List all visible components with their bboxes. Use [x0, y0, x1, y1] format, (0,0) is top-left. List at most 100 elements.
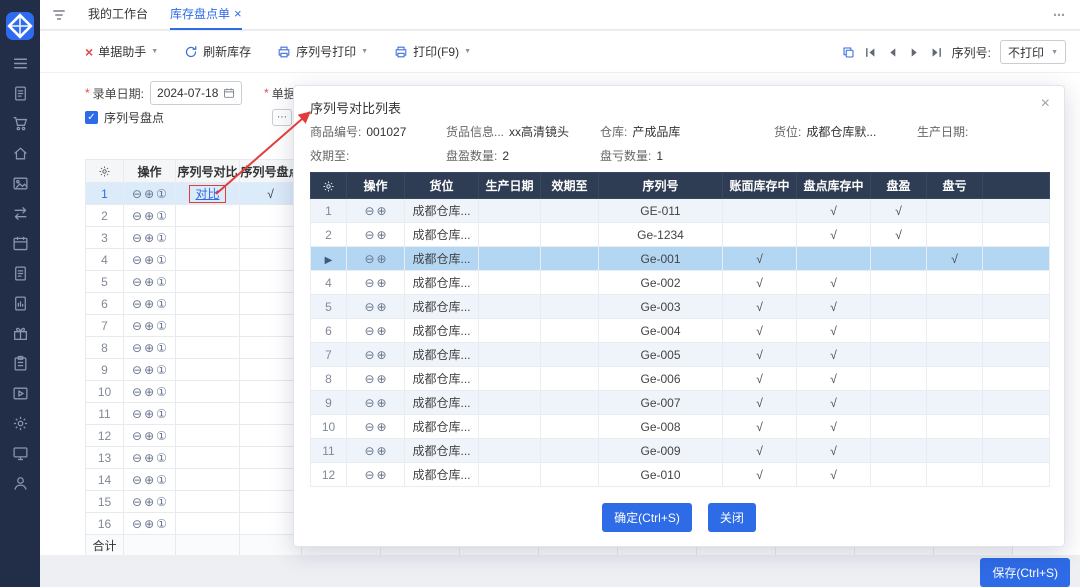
- row-actions[interactable]: ⊖⊕: [347, 319, 405, 343]
- serial-print-select[interactable]: 不打印 ▼: [1000, 40, 1066, 64]
- remove-row-icon[interactable]: ⊖: [132, 253, 142, 267]
- serial-row[interactable]: 6⊖⊕成都仓库...Ge-004√√: [311, 319, 1050, 343]
- inventory-calendar-icon[interactable]: [12, 235, 29, 252]
- remove-row-icon[interactable]: ⊖: [364, 204, 374, 218]
- row-actions[interactable]: ⊖⊕①: [124, 491, 176, 513]
- products-icon[interactable]: [12, 175, 29, 192]
- remove-row-icon[interactable]: ⊖: [132, 385, 142, 399]
- documents-icon[interactable]: [12, 265, 29, 282]
- row-actions[interactable]: ⊖⊕①: [124, 403, 176, 425]
- add-row-icon[interactable]: ⊕: [377, 396, 387, 410]
- row-actions[interactable]: ⊖⊕: [347, 199, 405, 223]
- row-actions[interactable]: ⊖⊕①: [124, 227, 176, 249]
- save-button[interactable]: 保存(Ctrl+S): [980, 558, 1070, 587]
- remove-row-icon[interactable]: ⊖: [364, 396, 374, 410]
- remove-row-icon[interactable]: ⊖: [132, 407, 142, 421]
- add-row-icon[interactable]: ⊕: [144, 363, 154, 377]
- remove-row-icon[interactable]: ⊖: [132, 341, 142, 355]
- remove-row-icon[interactable]: ⊖: [132, 275, 142, 289]
- row-actions[interactable]: ⊖⊕: [347, 247, 405, 271]
- row-actions[interactable]: ⊖⊕: [347, 295, 405, 319]
- reports-icon[interactable]: [12, 295, 29, 312]
- remove-row-icon[interactable]: ⊖: [364, 252, 374, 266]
- serial-row[interactable]: 1⊖⊕成都仓库...GE-011√√: [311, 199, 1050, 223]
- row-actions[interactable]: ⊖⊕: [347, 223, 405, 247]
- add-row-icon[interactable]: ⊕: [144, 407, 154, 421]
- remove-row-icon[interactable]: ⊖: [364, 300, 374, 314]
- serial-row[interactable]: 10⊖⊕成都仓库...Ge-008√√: [311, 415, 1050, 439]
- remove-row-icon[interactable]: ⊖: [132, 363, 142, 377]
- clipboard-icon[interactable]: [12, 355, 29, 372]
- entry-date-input[interactable]: 2024-07-18: [150, 81, 242, 105]
- remove-row-icon[interactable]: ⊖: [364, 420, 374, 434]
- remove-row-icon[interactable]: ⊖: [132, 187, 142, 201]
- row-actions[interactable]: ⊖⊕①: [124, 425, 176, 447]
- row-actions[interactable]: ⊖⊕①: [124, 249, 176, 271]
- orders-icon[interactable]: [12, 85, 29, 102]
- terminal-icon[interactable]: [12, 445, 29, 462]
- add-row-icon[interactable]: ⊕: [377, 252, 387, 266]
- add-row-icon[interactable]: ⊕: [144, 253, 154, 267]
- row-info-icon[interactable]: ①: [156, 473, 167, 487]
- row-info-icon[interactable]: ①: [156, 275, 167, 289]
- remove-row-icon[interactable]: ⊖: [364, 324, 374, 338]
- serial-count-checkbox[interactable]: ✓: [85, 111, 98, 124]
- add-row-icon[interactable]: ⊕: [377, 276, 387, 290]
- remove-row-icon[interactable]: ⊖: [132, 473, 142, 487]
- add-row-icon[interactable]: ⊕: [377, 300, 387, 314]
- copy-doc-icon[interactable]: [842, 46, 855, 59]
- add-row-icon[interactable]: ⊕: [144, 495, 154, 509]
- row-actions[interactable]: ⊖⊕①: [124, 183, 176, 205]
- first-record-icon[interactable]: [864, 46, 877, 59]
- row-actions[interactable]: ⊖⊕: [347, 463, 405, 487]
- serial-row[interactable]: 8⊖⊕成都仓库...Ge-006√√: [311, 367, 1050, 391]
- row-actions[interactable]: ⊖⊕①: [124, 205, 176, 227]
- row-actions[interactable]: ⊖⊕①: [124, 315, 176, 337]
- row-actions[interactable]: ⊖⊕①: [124, 469, 176, 491]
- row-actions[interactable]: ⊖⊕: [347, 415, 405, 439]
- remove-row-icon[interactable]: ⊖: [364, 348, 374, 362]
- row-actions[interactable]: ⊖⊕①: [124, 271, 176, 293]
- add-row-icon[interactable]: ⊕: [144, 231, 154, 245]
- add-row-icon[interactable]: ⊕: [144, 451, 154, 465]
- serial-row[interactable]: 9⊖⊕成都仓库...Ge-007√√: [311, 391, 1050, 415]
- row-info-icon[interactable]: ①: [156, 319, 167, 333]
- last-record-icon[interactable]: [930, 46, 943, 59]
- refresh-stock-button[interactable]: 刷新库存: [184, 43, 251, 60]
- account-icon[interactable]: [12, 475, 29, 492]
- serial-row[interactable]: 2⊖⊕成都仓库...Ge-1234√√: [311, 223, 1050, 247]
- add-row-icon[interactable]: ⊕: [144, 517, 154, 531]
- row-actions[interactable]: ⊖⊕①: [124, 337, 176, 359]
- row-actions[interactable]: ⊖⊕: [347, 439, 405, 463]
- add-row-icon[interactable]: ⊕: [377, 204, 387, 218]
- row-actions[interactable]: ⊖⊕①: [124, 513, 176, 535]
- serial-row[interactable]: ▶⊖⊕成都仓库...Ge-001√√: [311, 247, 1050, 271]
- add-row-icon[interactable]: ⊕: [144, 473, 154, 487]
- tab-close-icon[interactable]: ×: [234, 7, 242, 20]
- settings-icon[interactable]: [12, 415, 29, 432]
- row-actions[interactable]: ⊖⊕①: [124, 359, 176, 381]
- serial-row[interactable]: 5⊖⊕成都仓库...Ge-003√√: [311, 295, 1050, 319]
- add-row-icon[interactable]: ⊕: [144, 275, 154, 289]
- serial-print-button[interactable]: 序列号打印 ▼: [277, 43, 368, 60]
- remove-row-icon[interactable]: ⊖: [132, 517, 142, 531]
- settings-gear-icon[interactable]: [86, 160, 124, 183]
- remove-row-icon[interactable]: ⊖: [132, 495, 142, 509]
- prev-record-icon[interactable]: [886, 46, 899, 59]
- app-logo[interactable]: [6, 12, 34, 40]
- row-info-icon[interactable]: ①: [156, 341, 167, 355]
- remove-row-icon[interactable]: ⊖: [132, 451, 142, 465]
- tab-workbench[interactable]: 我的工作台: [88, 0, 148, 30]
- row-info-icon[interactable]: ①: [156, 429, 167, 443]
- more-options-icon[interactable]: ⋯: [1053, 8, 1066, 22]
- add-row-icon[interactable]: ⊕: [144, 429, 154, 443]
- add-row-icon[interactable]: ⊕: [377, 228, 387, 242]
- compare-link[interactable]: 对比: [189, 185, 225, 203]
- next-record-icon[interactable]: [908, 46, 921, 59]
- promotions-gift-icon[interactable]: [12, 325, 29, 342]
- add-row-icon[interactable]: ⊕: [377, 468, 387, 482]
- add-row-icon[interactable]: ⊕: [144, 297, 154, 311]
- row-info-icon[interactable]: ①: [156, 495, 167, 509]
- serial-row[interactable]: 4⊖⊕成都仓库...Ge-002√√: [311, 271, 1050, 295]
- add-row-icon[interactable]: ⊕: [377, 444, 387, 458]
